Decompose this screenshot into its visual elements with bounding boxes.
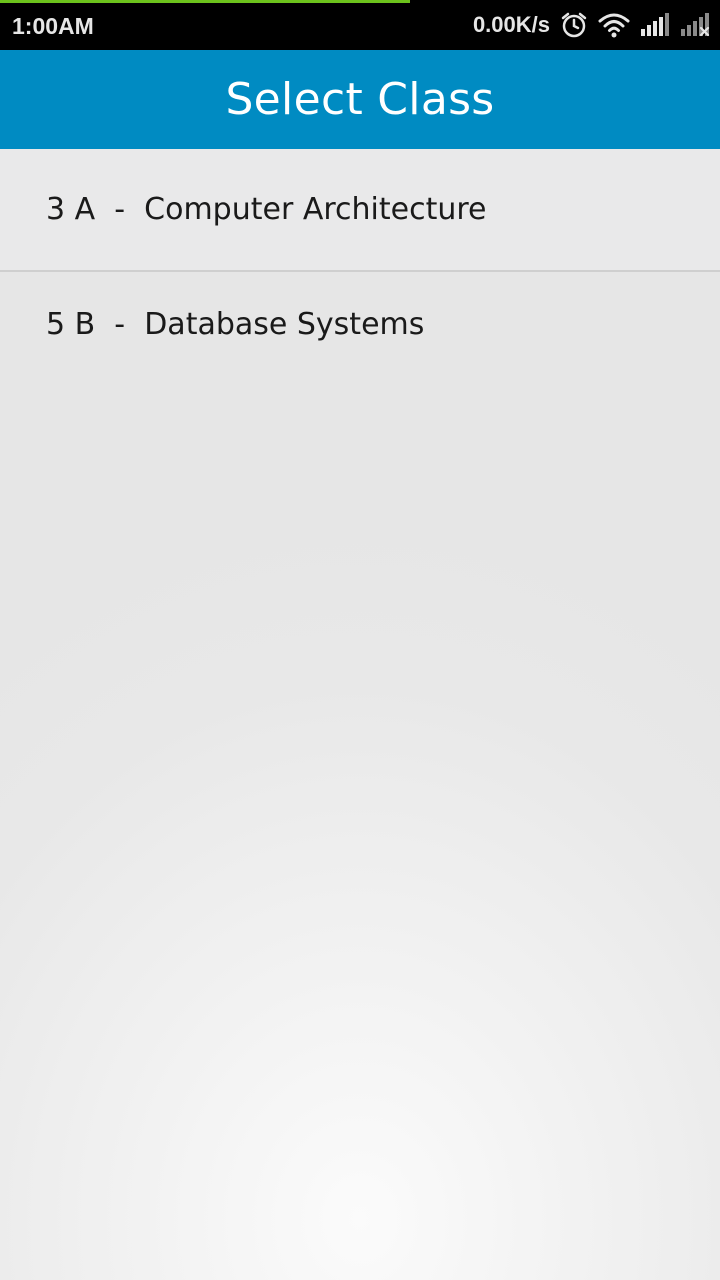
class-list-item[interactable]: 5 B - Database Systems: [0, 272, 720, 377]
action-bar: Select Class: [0, 50, 720, 149]
class-list: 3 A - Computer Architecture 5 B - Databa…: [0, 149, 720, 377]
class-section: 5 B: [46, 307, 96, 342]
item-separator: -: [95, 192, 145, 227]
class-section: 3 A: [46, 192, 96, 227]
class-list-item[interactable]: 3 A - Computer Architecture: [0, 149, 720, 272]
item-separator: -: [95, 307, 145, 342]
signal-icon: [640, 13, 670, 37]
class-subject: Database Systems: [144, 307, 425, 342]
status-time: 1:00AM: [12, 13, 94, 39]
wifi-icon: [598, 12, 630, 38]
class-subject: Computer Architecture: [144, 192, 487, 227]
signal-no-service-icon: [680, 13, 710, 37]
status-icons: 0.00K/s: [473, 0, 710, 50]
content-area: 3 A - Computer Architecture 5 B - Databa…: [0, 149, 720, 1280]
page-title: Select Class: [225, 74, 495, 125]
status-bar: 1:00AM 0.00K/s: [0, 0, 720, 50]
network-speed: 0.00K/s: [472, 12, 550, 37]
alarm-icon: [560, 11, 588, 39]
